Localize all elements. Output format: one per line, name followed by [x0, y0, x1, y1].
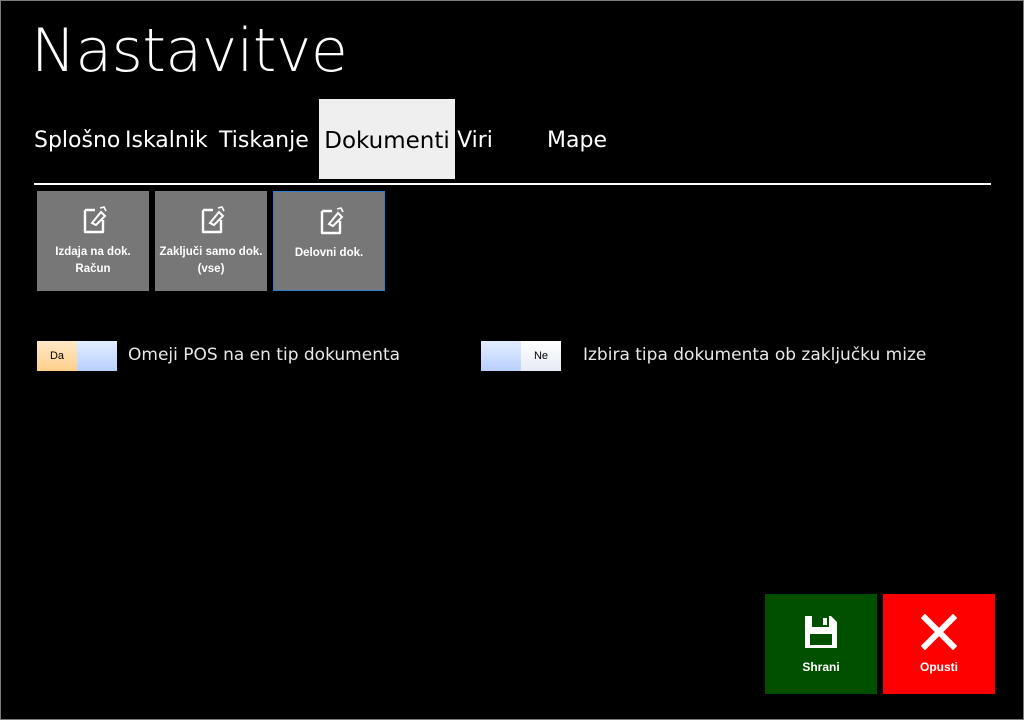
document-tile-label: Izdaja na dok. Račun: [55, 246, 131, 275]
document-tile-izdaja-racun[interactable]: Izdaja na dok. Račun: [37, 191, 149, 291]
document-tile-delovni[interactable]: Delovni dok.: [273, 191, 385, 291]
page-title: Nastavitve: [31, 16, 348, 86]
tab-dokumenti[interactable]: Dokumenti: [319, 99, 455, 179]
document-tile-label: Delovni dok.: [294, 247, 364, 259]
edit-document-icon: [201, 206, 225, 234]
tab-viri[interactable]: Viri: [457, 99, 493, 179]
toggle-label-omeji-pos: Omeji POS na en tip dokumenta: [128, 345, 401, 365]
save-button-label: Shrani: [802, 660, 840, 674]
tab-iskalnik[interactable]: Iskalnik: [125, 99, 208, 179]
toggle-state-label: Ne: [521, 341, 561, 371]
tab-divider: [34, 183, 991, 185]
edit-document-icon: [83, 206, 107, 234]
cancel-button-label: Opusti: [920, 660, 958, 674]
settings-window: Nastavitve Splošno Iskalnik Tiskanje Dok…: [0, 0, 1024, 720]
save-button[interactable]: Shrani: [765, 594, 877, 694]
toggle-state-label: Da: [37, 341, 77, 371]
toggle-track: [77, 341, 117, 371]
save-icon: [805, 616, 837, 648]
tab-tiskanje[interactable]: Tiskanje: [219, 99, 309, 179]
document-tile-zakljuci-samo[interactable]: Zaključi samo dok. (vse): [155, 191, 267, 291]
toggle-track: [481, 341, 521, 371]
toggle-omeji-pos[interactable]: Da: [37, 341, 117, 371]
edit-document-icon: [320, 207, 344, 235]
toggle-izbira-tipa[interactable]: Ne: [481, 341, 561, 371]
close-icon: [921, 614, 957, 650]
cancel-button[interactable]: Opusti: [883, 594, 995, 694]
toggle-label-izbira-tipa: Izbira tipa dokumenta ob zaključku mize: [583, 345, 927, 365]
document-tile-label: Zaključi samo dok. (vse): [159, 246, 263, 275]
tab-mape[interactable]: Mape: [545, 99, 609, 179]
tab-bar: Splošno Iskalnik Tiskanje Dokumenti Viri…: [1, 99, 1001, 179]
tab-splosno[interactable]: Splošno: [34, 99, 120, 179]
